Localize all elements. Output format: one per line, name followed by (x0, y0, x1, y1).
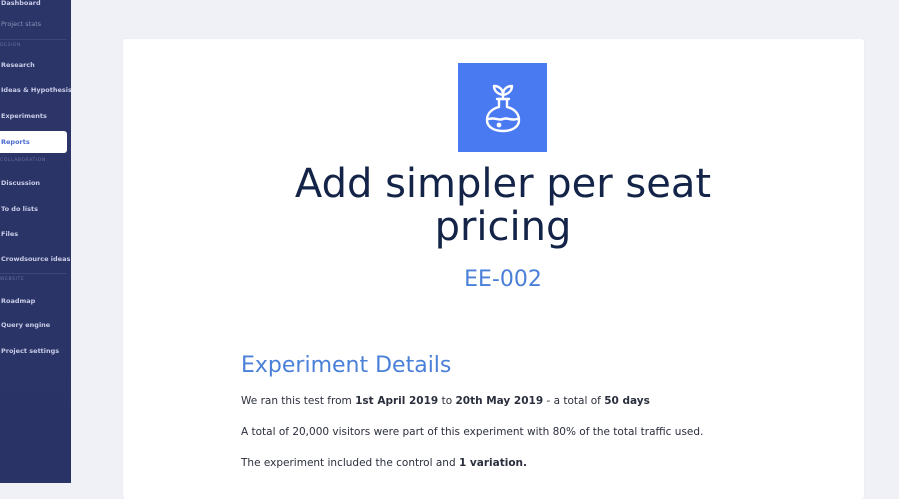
start-date: 1st April 2019 (355, 395, 439, 407)
details-visitors-paragraph: A total of 20,000 visitors were part of … (241, 426, 704, 438)
sidebar: Dashboard Project stats DESIGN Research … (0, 0, 71, 483)
sidebar-item-discussion[interactable]: Discussion (0, 172, 67, 194)
sidebar-item-to-do-lists[interactable]: To do lists (0, 198, 67, 220)
variations-prefix-text: The experiment included the control and (241, 457, 459, 469)
end-date: 20th May 2019 (455, 395, 544, 407)
total-days: 50 days (604, 395, 650, 407)
dates-post-text: - a total of (543, 395, 605, 407)
report-title-line-1: Add simpler per seat (294, 161, 712, 207)
report-logo (458, 63, 547, 152)
dates-prefix-text: We ran this test from (241, 395, 356, 407)
sidebar-item-query-engine[interactable]: Query engine (0, 314, 67, 336)
dates-mid-text: to (438, 395, 456, 407)
sidebar-section-website: WEBSITE (0, 277, 25, 282)
experiment-details-heading: Experiment Details (241, 353, 452, 378)
sidebar-item-project-stats[interactable]: Project stats (0, 13, 67, 35)
sidebar-section-collaboration: COLLABORATION (0, 158, 46, 163)
report-title: Add simpler per seat pricing (123, 163, 883, 249)
details-variations-paragraph: The experiment included the control and … (241, 457, 527, 469)
report-code: EE-002 (464, 267, 542, 292)
sidebar-item-project-settings[interactable]: Project settings (0, 340, 67, 362)
sidebar-divider (0, 273, 66, 274)
sidebar-item-dashboard[interactable]: Dashboard (0, 0, 67, 14)
sidebar-item-files[interactable]: Files (0, 223, 67, 245)
variations-count: 1 variation. (458, 457, 528, 469)
flask-sprout-icon (485, 84, 520, 132)
report-title-line-2: pricing (434, 204, 572, 250)
sidebar-divider (0, 39, 66, 40)
sidebar-item-ideas-hypothesis[interactable]: Ideas & Hypothesis (0, 79, 71, 101)
sidebar-item-roadmap[interactable]: Roadmap (0, 290, 67, 312)
sidebar-item-experiments[interactable]: Experiments (0, 105, 67, 127)
sidebar-item-research[interactable]: Research (0, 54, 67, 76)
sidebar-section-design: DESIGN (0, 43, 21, 48)
sidebar-item-reports[interactable]: Reports (0, 131, 67, 153)
report-card: Add simpler per seat pricing EE-002 Expe… (123, 39, 864, 499)
details-dates-paragraph: We ran this test from 1st April 2019 to … (241, 395, 650, 407)
sidebar-item-crowdsource-ideas[interactable]: Crowdsource ideas (0, 248, 70, 270)
